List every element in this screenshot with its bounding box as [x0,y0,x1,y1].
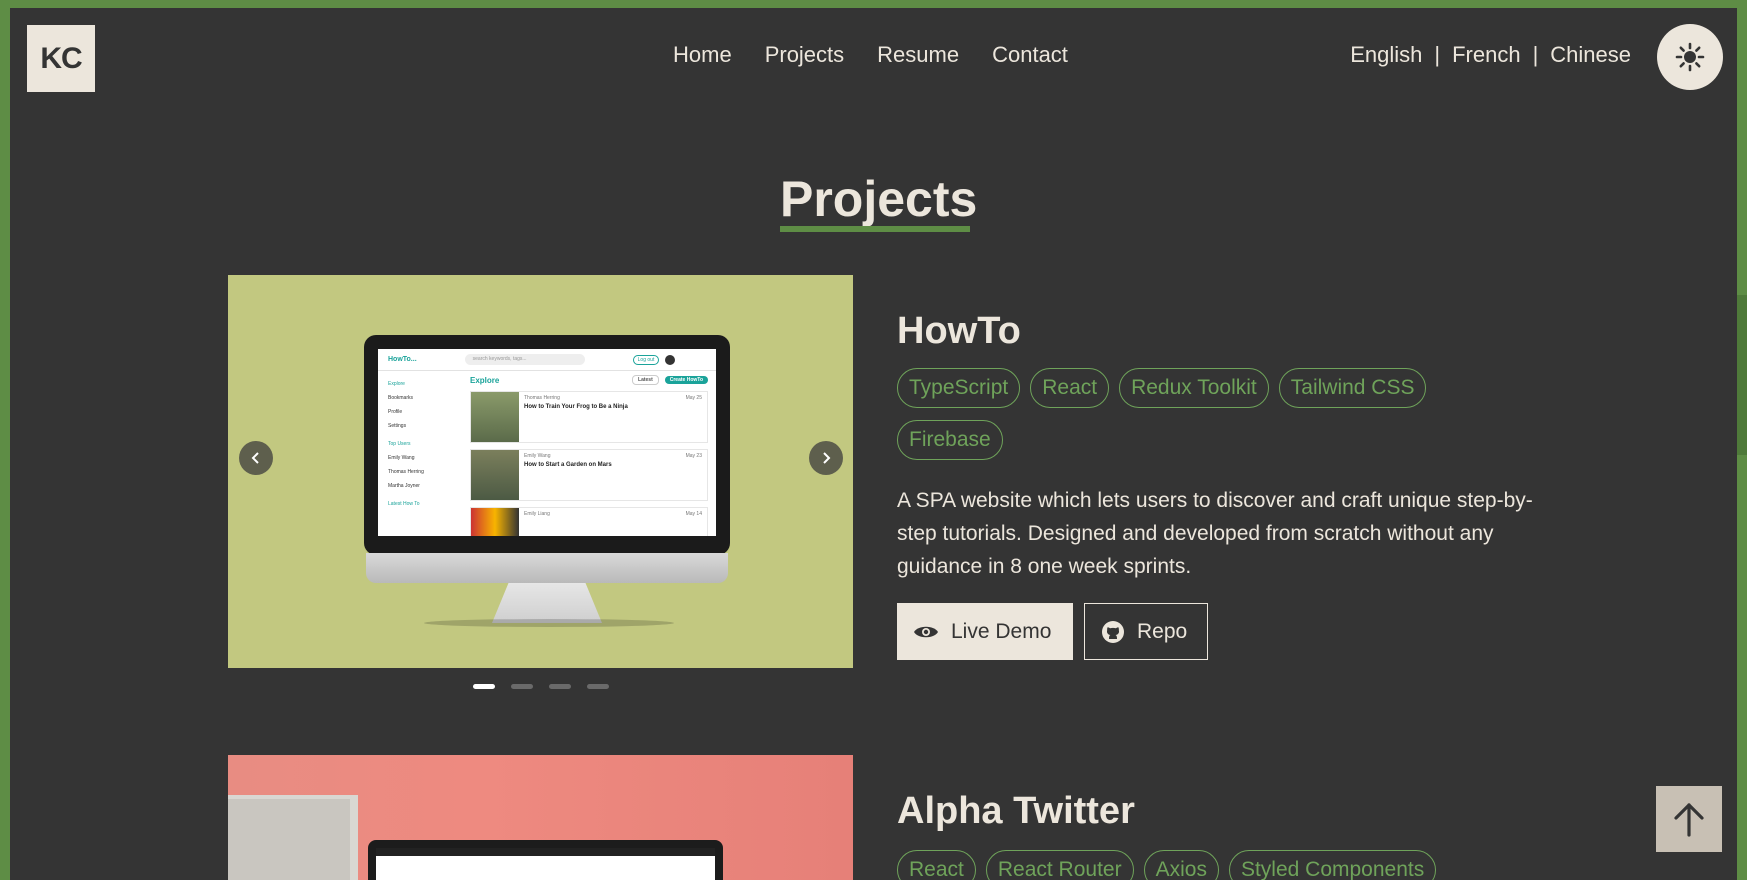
app-screenshot: HowTo... search keywords, tags... Log ou… [378,349,716,536]
chevron-right-icon [823,452,831,464]
nav-contact[interactable]: Contact [992,42,1068,68]
tech-tag: Styled Components [1228,850,1437,880]
monitor-mockup: HowTo... search keywords, tags... Log ou… [364,335,730,627]
mock-search: search keywords, tags... [464,354,585,365]
tech-tags: TypeScript React Redux Toolkit Tailwind … [897,368,1457,460]
nav-home[interactable]: Home [673,42,732,68]
tech-tag: React Router [985,850,1134,880]
carousel-dot[interactable] [473,684,495,689]
tech-tag: React [1030,368,1110,408]
main-nav: Home Projects Resume Contact [673,42,1068,68]
nav-resume[interactable]: Resume [877,42,959,68]
project-description: A SPA website which lets users to discov… [897,489,1533,578]
project-carousel [228,755,853,880]
tech-tag: TypeScript [897,368,1021,408]
arrow-up-icon [1674,803,1704,837]
lang-chinese[interactable]: Chinese [1550,42,1631,68]
theme-toggle-button[interactable] [1657,24,1723,90]
carousel-dot[interactable] [549,684,571,689]
scrollbar-thumb[interactable] [1737,295,1747,455]
lang-french[interactable]: French [1452,42,1520,68]
page-title: Projects [780,171,978,227]
tech-tag: Redux Toolkit [1119,368,1269,408]
top-border [0,0,1747,8]
tech-tags: React React Router Axios Styled Componen… [897,850,1437,880]
carousel-dot[interactable] [587,684,609,689]
title-underline [780,226,970,232]
nav-projects[interactable]: Projects [765,42,844,68]
tech-tag: Axios [1143,850,1219,880]
tech-tag: Tailwind CSS [1278,368,1427,408]
chevron-left-icon [251,452,259,464]
carousel-indicators [473,684,609,689]
lang-english[interactable]: English [1350,42,1422,68]
left-border [0,0,10,880]
tech-tag: React [897,850,976,880]
lang-separator: | [1532,42,1539,67]
repo-label: Repo [1137,619,1188,643]
carousel-next-button[interactable] [809,441,843,475]
sun-icon [1675,42,1705,72]
mock-app-name: HowTo... [388,356,417,363]
scroll-to-top-button[interactable] [1656,786,1722,852]
tech-tag: Firebase [897,420,1003,460]
carousel-prev-button[interactable] [239,441,273,475]
carousel-dot[interactable] [511,684,533,689]
repo-button[interactable]: Repo [1084,603,1208,660]
project-title: HowTo [897,310,1021,352]
eye-icon [914,626,938,637]
language-switcher: English | French | Chinese [1350,42,1631,68]
mock-logout: Log out [632,354,660,365]
project-title: Alpha Twitter [897,790,1135,832]
project-actions: Live Demo Repo [897,603,1208,660]
lang-separator: | [1434,42,1441,67]
live-demo-label: Live Demo [951,619,1052,643]
project-carousel: HowTo... search keywords, tags... Log ou… [228,275,853,668]
github-icon [1102,620,1124,643]
live-demo-button[interactable]: Live Demo [897,603,1073,660]
site-logo[interactable]: KC [27,25,95,92]
